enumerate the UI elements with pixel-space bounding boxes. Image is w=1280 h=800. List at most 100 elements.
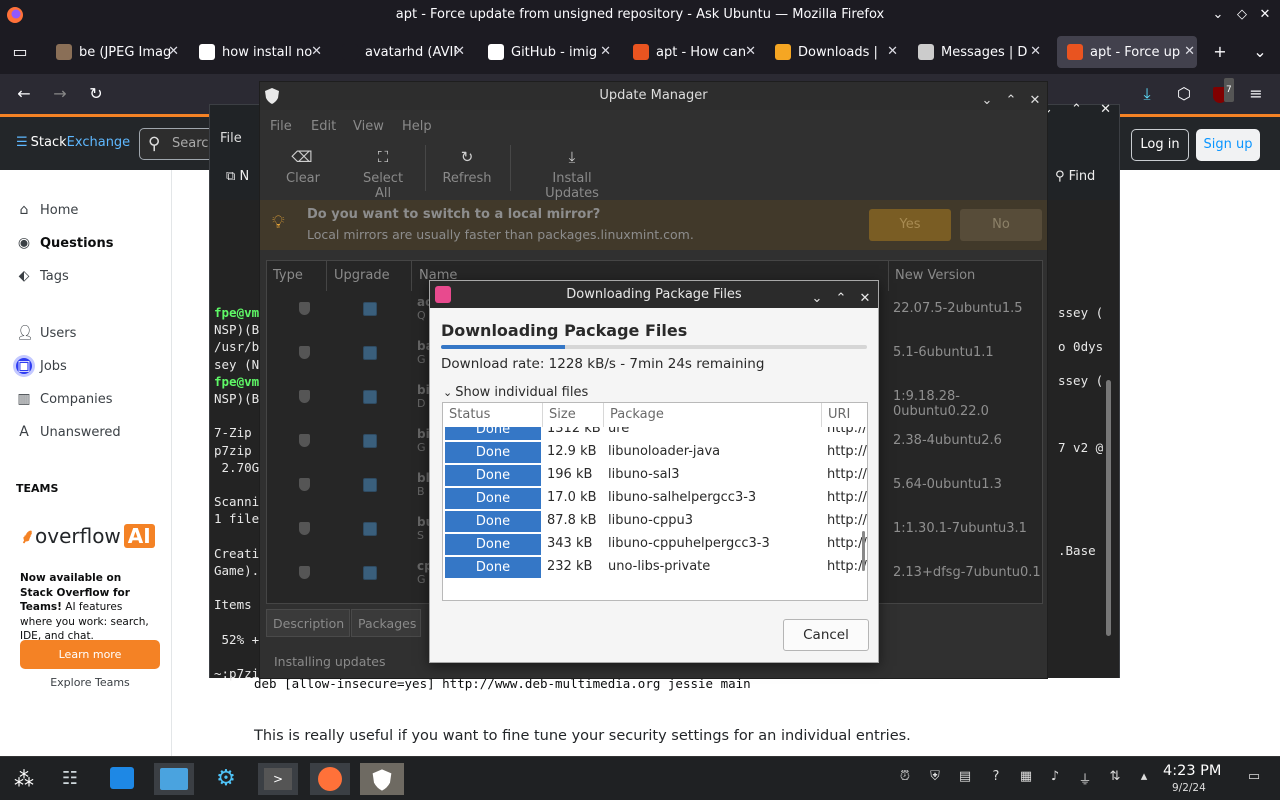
tab-close-icon[interactable]: ✕ bbox=[745, 44, 756, 59]
fm-close-icon[interactable]: ✕ bbox=[1100, 102, 1111, 117]
col-upgrade[interactable]: Upgrade bbox=[328, 261, 412, 291]
network-icon[interactable]: ⇅ bbox=[1107, 769, 1123, 787]
forward-button[interactable]: → bbox=[48, 82, 72, 106]
browser-tab[interactable]: apt - How can ✕ bbox=[623, 36, 758, 68]
file-manager-taskbar-icon[interactable] bbox=[154, 763, 194, 795]
dl-close-button[interactable]: ✕ bbox=[857, 285, 873, 312]
browser-tab[interactable]: Downloads | ✕ bbox=[765, 36, 900, 68]
settings-sliders-icon[interactable]: ☷ bbox=[50, 763, 90, 795]
browser-tab[interactable]: Messages | D ✕ bbox=[908, 36, 1043, 68]
show-individual-files-toggle[interactable]: ⌄ Show individual files bbox=[443, 385, 588, 400]
ublock-icon[interactable]: 7 bbox=[1208, 78, 1234, 106]
col-type[interactable]: Type bbox=[267, 261, 327, 291]
tab-close-icon[interactable]: ✕ bbox=[600, 44, 611, 59]
menu-help[interactable]: Help bbox=[402, 119, 432, 134]
sidebar-item-jobs[interactable]: ▣ Jobs bbox=[16, 352, 67, 380]
help-icon[interactable]: ? bbox=[988, 769, 1004, 787]
fm-find-button[interactable]: ⚲ Find bbox=[1055, 169, 1095, 184]
fm-file-menu[interactable]: File bbox=[220, 131, 242, 146]
download-row[interactable]: Done 17.0 kB libuno-salhelpergcc3-3 http://… bbox=[443, 487, 867, 510]
app-launcher-icon[interactable]: ⁂ bbox=[4, 763, 44, 795]
close-window-button[interactable]: ✕ bbox=[1256, 6, 1274, 24]
clock-date[interactable]: 9/2/24 bbox=[1172, 782, 1206, 794]
menu-edit[interactable]: Edit bbox=[311, 119, 336, 134]
tab-list-icon[interactable]: ▭ bbox=[8, 40, 32, 64]
upgrade-checkbox[interactable] bbox=[363, 566, 377, 580]
upgrade-checkbox[interactable] bbox=[363, 522, 377, 536]
sidebar-item-users[interactable]: 👤︎ Users bbox=[16, 319, 76, 347]
restore-window-button[interactable]: ◇ bbox=[1233, 6, 1251, 24]
mirror-yes-button[interactable]: Yes bbox=[869, 209, 951, 241]
tab-close-icon[interactable]: ✕ bbox=[168, 44, 179, 59]
tab-packages[interactable]: Packages bbox=[351, 609, 421, 637]
volume-muted-icon[interactable]: ♪ bbox=[1047, 769, 1063, 787]
tab-description[interactable]: Description bbox=[266, 609, 350, 637]
clipboard-icon[interactable]: ▤ bbox=[957, 769, 973, 787]
upgrade-checkbox[interactable] bbox=[363, 346, 377, 360]
se-search-input[interactable]: ⚲ Search bbox=[139, 128, 219, 160]
table-scrollbar[interactable] bbox=[862, 531, 865, 571]
browser-tab[interactable]: avatarhd (AVIF Ima✕ bbox=[332, 36, 467, 68]
update-manager-taskbar-icon[interactable] bbox=[360, 763, 404, 795]
dl-minimize-button[interactable]: ⌄ bbox=[809, 285, 825, 312]
login-button[interactable]: Log in bbox=[1131, 129, 1189, 161]
download-row[interactable]: Done 196 kB libuno-sal3 http://a bbox=[443, 464, 867, 487]
install-updates-button[interactable]: ⤓ Install Updates bbox=[526, 148, 618, 201]
col-size[interactable]: Size bbox=[543, 403, 604, 427]
download-row[interactable]: Done 12.9 kB libunoloader-java http://a bbox=[443, 441, 867, 464]
sidebar-item-companies[interactable]: ▥ Companies bbox=[16, 385, 112, 413]
menu-file[interactable]: File bbox=[270, 119, 292, 134]
dl-maximize-button[interactable]: ⌃ bbox=[833, 285, 849, 312]
shield-tray-icon[interactable]: ⛨ bbox=[927, 769, 943, 787]
clear-button[interactable]: ⌫ Clear bbox=[286, 148, 320, 186]
browser-tab[interactable]: apt - Force up ✕ bbox=[1057, 36, 1197, 68]
clock-time[interactable]: 4:23 PM bbox=[1163, 763, 1221, 779]
tab-close-icon[interactable]: ✕ bbox=[311, 44, 322, 59]
back-button[interactable]: ← bbox=[12, 82, 36, 106]
col-uri[interactable]: URI bbox=[822, 403, 867, 427]
tray-expand-icon[interactable]: ▴ bbox=[1136, 769, 1152, 787]
refresh-button[interactable]: ↻ Refresh bbox=[441, 148, 493, 186]
app-menu-button[interactable]: ≡ bbox=[1244, 82, 1268, 106]
tab-close-icon[interactable]: ✕ bbox=[454, 44, 465, 59]
tab-close-icon[interactable]: ✕ bbox=[1184, 44, 1195, 59]
download-row[interactable]: Done 87.8 kB libuno-cppu3 http://a bbox=[443, 510, 867, 533]
col-new-version[interactable]: New Version bbox=[889, 261, 1042, 291]
system-settings-icon[interactable]: ⚙ bbox=[206, 763, 246, 795]
firefox-taskbar-icon[interactable] bbox=[310, 763, 350, 795]
upgrade-checkbox[interactable] bbox=[363, 434, 377, 448]
new-tab-button[interactable]: + bbox=[1208, 40, 1232, 64]
tab-close-icon[interactable]: ✕ bbox=[887, 44, 898, 59]
upgrade-checkbox[interactable] bbox=[363, 478, 377, 492]
browser-tab[interactable]: GitHub - imig ✕ bbox=[478, 36, 613, 68]
sidebar-item-tags[interactable]: ⬖ Tags bbox=[16, 262, 69, 290]
col-status[interactable]: Status bbox=[443, 403, 543, 427]
sidebar-item-unanswered[interactable]: A Unanswered bbox=[16, 418, 120, 446]
download-row[interactable]: Done343 kBlibuno-cppuhelpergcc3-3http://… bbox=[443, 533, 867, 556]
upgrade-checkbox[interactable] bbox=[363, 302, 377, 316]
tab-close-icon[interactable]: ✕ bbox=[1030, 44, 1041, 59]
terminal-taskbar-icon[interactable]: > bbox=[258, 763, 298, 795]
menu-view[interactable]: View bbox=[353, 119, 384, 134]
learn-more-button[interactable]: Learn more bbox=[20, 640, 160, 669]
col-package[interactable]: Package bbox=[604, 403, 822, 427]
upgrade-checkbox[interactable] bbox=[363, 390, 377, 404]
terminal-scrollbar[interactable] bbox=[1106, 380, 1111, 636]
extensions-icon[interactable]: ⬡ bbox=[1172, 82, 1196, 106]
downloads-icon[interactable]: ⤓ bbox=[1135, 82, 1159, 106]
mirror-no-button[interactable]: No bbox=[960, 209, 1042, 241]
list-all-tabs-button[interactable]: ⌄ bbox=[1248, 40, 1272, 64]
show-desktop-icon[interactable]: ▭ bbox=[1245, 769, 1263, 787]
download-row[interactable]: Done232 kBuno-libs-privatehttp://a bbox=[443, 556, 867, 579]
browser-tab[interactable]: be (JPEG Imag ✕ bbox=[46, 36, 181, 68]
browser-tab[interactable]: how install no ✕ bbox=[189, 36, 324, 68]
sidebar-item-questions[interactable]: ◉ Questions bbox=[16, 229, 114, 257]
reload-button[interactable]: ↻ bbox=[84, 82, 108, 106]
minimize-window-button[interactable]: ⌄ bbox=[1209, 6, 1227, 24]
notes-icon[interactable]: ▦ bbox=[1018, 769, 1034, 787]
stackexchange-logo[interactable]: ☰ StackExchange bbox=[16, 135, 130, 150]
alarm-icon[interactable]: ⏰︎ bbox=[897, 769, 913, 787]
usb-icon[interactable]: ⏚ bbox=[1077, 769, 1093, 788]
explore-teams-link[interactable]: Explore Teams bbox=[0, 676, 180, 689]
select-all-button[interactable]: ⛶ Select All bbox=[354, 148, 412, 201]
